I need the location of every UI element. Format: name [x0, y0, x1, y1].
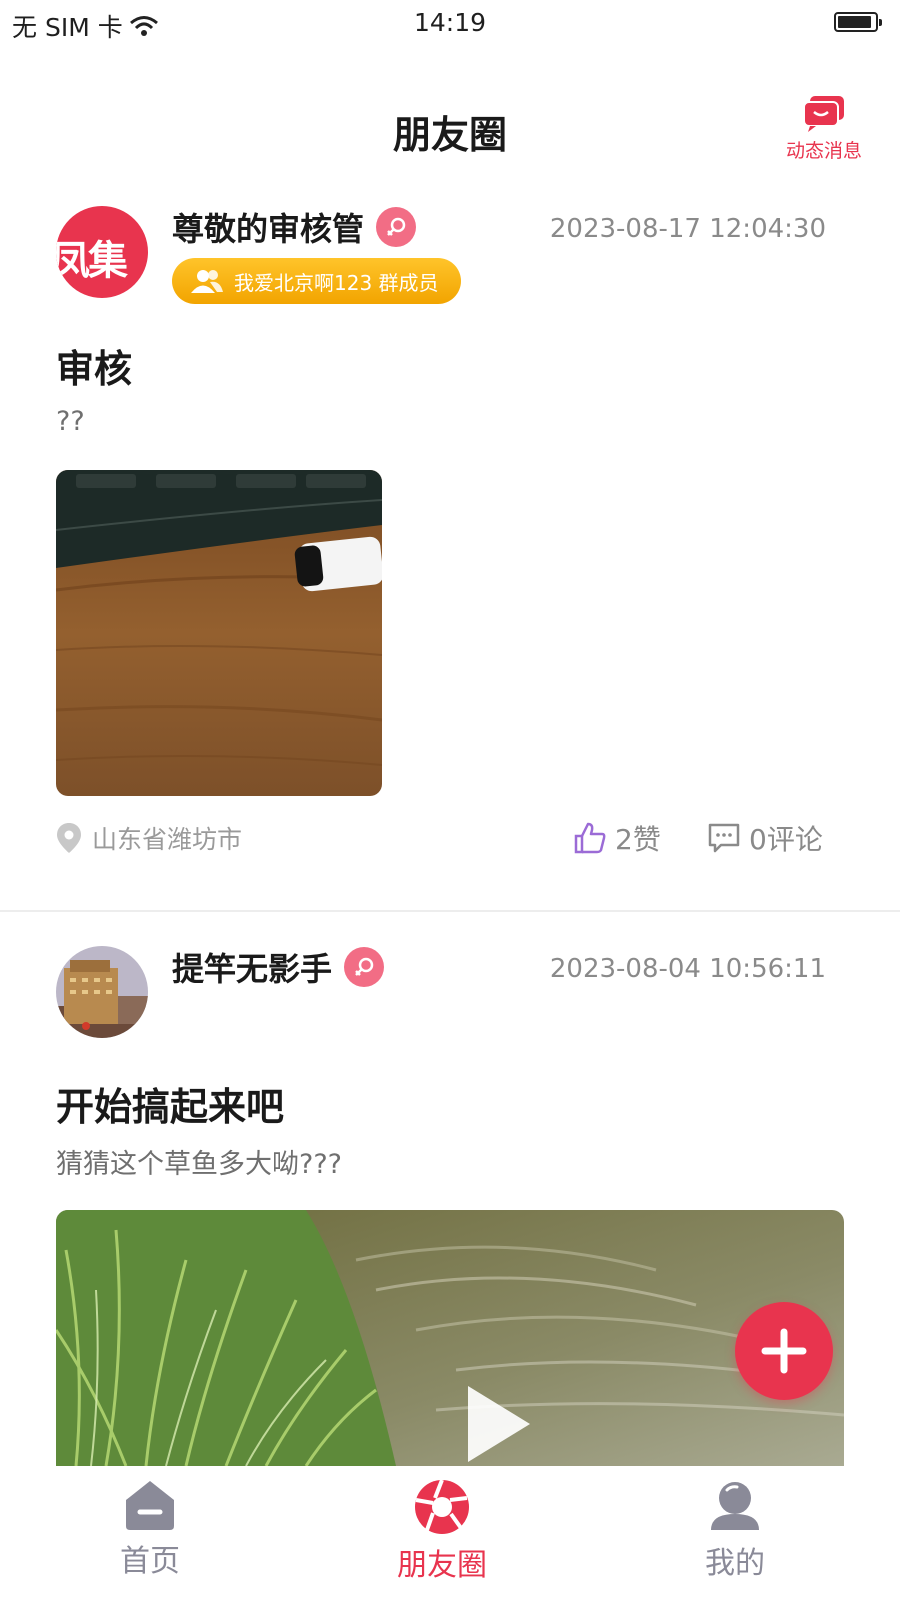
- post-title: 审核: [56, 347, 133, 391]
- tab-bar: 首页 朋友圈 我的: [0, 1466, 900, 1600]
- group-badge-text: 我爱北京啊123 群成员: [234, 270, 439, 295]
- comment-icon: [708, 823, 740, 853]
- clock: 14:19: [413, 8, 487, 37]
- tab-label: 我的: [705, 1546, 765, 1581]
- post-body: ??: [56, 406, 85, 437]
- avatar[interactable]: 凤集: [56, 206, 148, 298]
- post-video[interactable]: [56, 1210, 844, 1466]
- post-divider: [0, 910, 900, 912]
- group-icon: [191, 270, 223, 293]
- tab-label: 朋友圈: [397, 1548, 487, 1583]
- tab-home[interactable]: 首页: [70, 1466, 230, 1600]
- status-bar: 无 SIM 卡 14:19: [0, 0, 900, 48]
- home-icon: [126, 1481, 174, 1530]
- navigation-bar: 朋友圈 动态消息: [0, 48, 900, 188]
- profile-icon: [711, 1482, 759, 1530]
- post-location: 山东省潍坊市: [56, 820, 242, 856]
- camera-aperture-icon: [415, 1479, 469, 1534]
- post-timestamp: 2023-08-17 12:04:30: [549, 214, 826, 244]
- location-pin-icon: [57, 823, 81, 853]
- tab-profile[interactable]: 我的: [655, 1466, 815, 1600]
- female-icon: [344, 947, 385, 987]
- group-member-badge: 我爱北京啊123 群成员: [172, 258, 461, 304]
- author-name-row: 尊敬的审核管: [172, 204, 417, 250]
- like-count: 2赞: [615, 823, 661, 856]
- avatar[interactable]: [56, 946, 148, 1038]
- post-image[interactable]: [56, 470, 382, 796]
- post-timestamp: 2023-08-04 10:56:11: [549, 954, 826, 984]
- like-button[interactable]: 2赞: [573, 818, 661, 858]
- post-title: 开始搞起来吧: [56, 1085, 285, 1129]
- post-card[interactable]: 凤集 尊敬的审核管 2023-08-17 12:04:30 我爱北京啊123 群…: [0, 188, 900, 910]
- author-name[interactable]: 尊敬的审核管: [172, 204, 364, 250]
- post-body: 猜猜这个草鱼多大呦???: [56, 1149, 342, 1180]
- location-text: 山东省潍坊市: [92, 825, 243, 854]
- add-post-button[interactable]: [735, 1302, 833, 1400]
- tab-label: 首页: [120, 1544, 180, 1579]
- female-icon: [376, 207, 417, 247]
- author-name[interactable]: 提竿无影手: [172, 944, 332, 990]
- thumbs-up-icon: [574, 822, 606, 854]
- battery-icon: [834, 12, 882, 32]
- play-icon[interactable]: [464, 1382, 534, 1466]
- messages-label: 动态消息: [785, 140, 862, 162]
- tab-moments[interactable]: 朋友圈: [362, 1466, 522, 1600]
- chat-bubble-icon: [803, 96, 844, 132]
- plus-icon: [761, 1328, 807, 1374]
- comment-count: 0评论: [749, 823, 823, 856]
- comment-button[interactable]: 0评论: [707, 818, 823, 858]
- page-title: 朋友圈: [392, 113, 507, 157]
- avatar-text: 凤集: [56, 238, 128, 284]
- messages-button[interactable]: 动态消息: [778, 96, 870, 166]
- battery-level: [838, 16, 872, 28]
- author-name-row: 提竿无影手: [172, 944, 385, 990]
